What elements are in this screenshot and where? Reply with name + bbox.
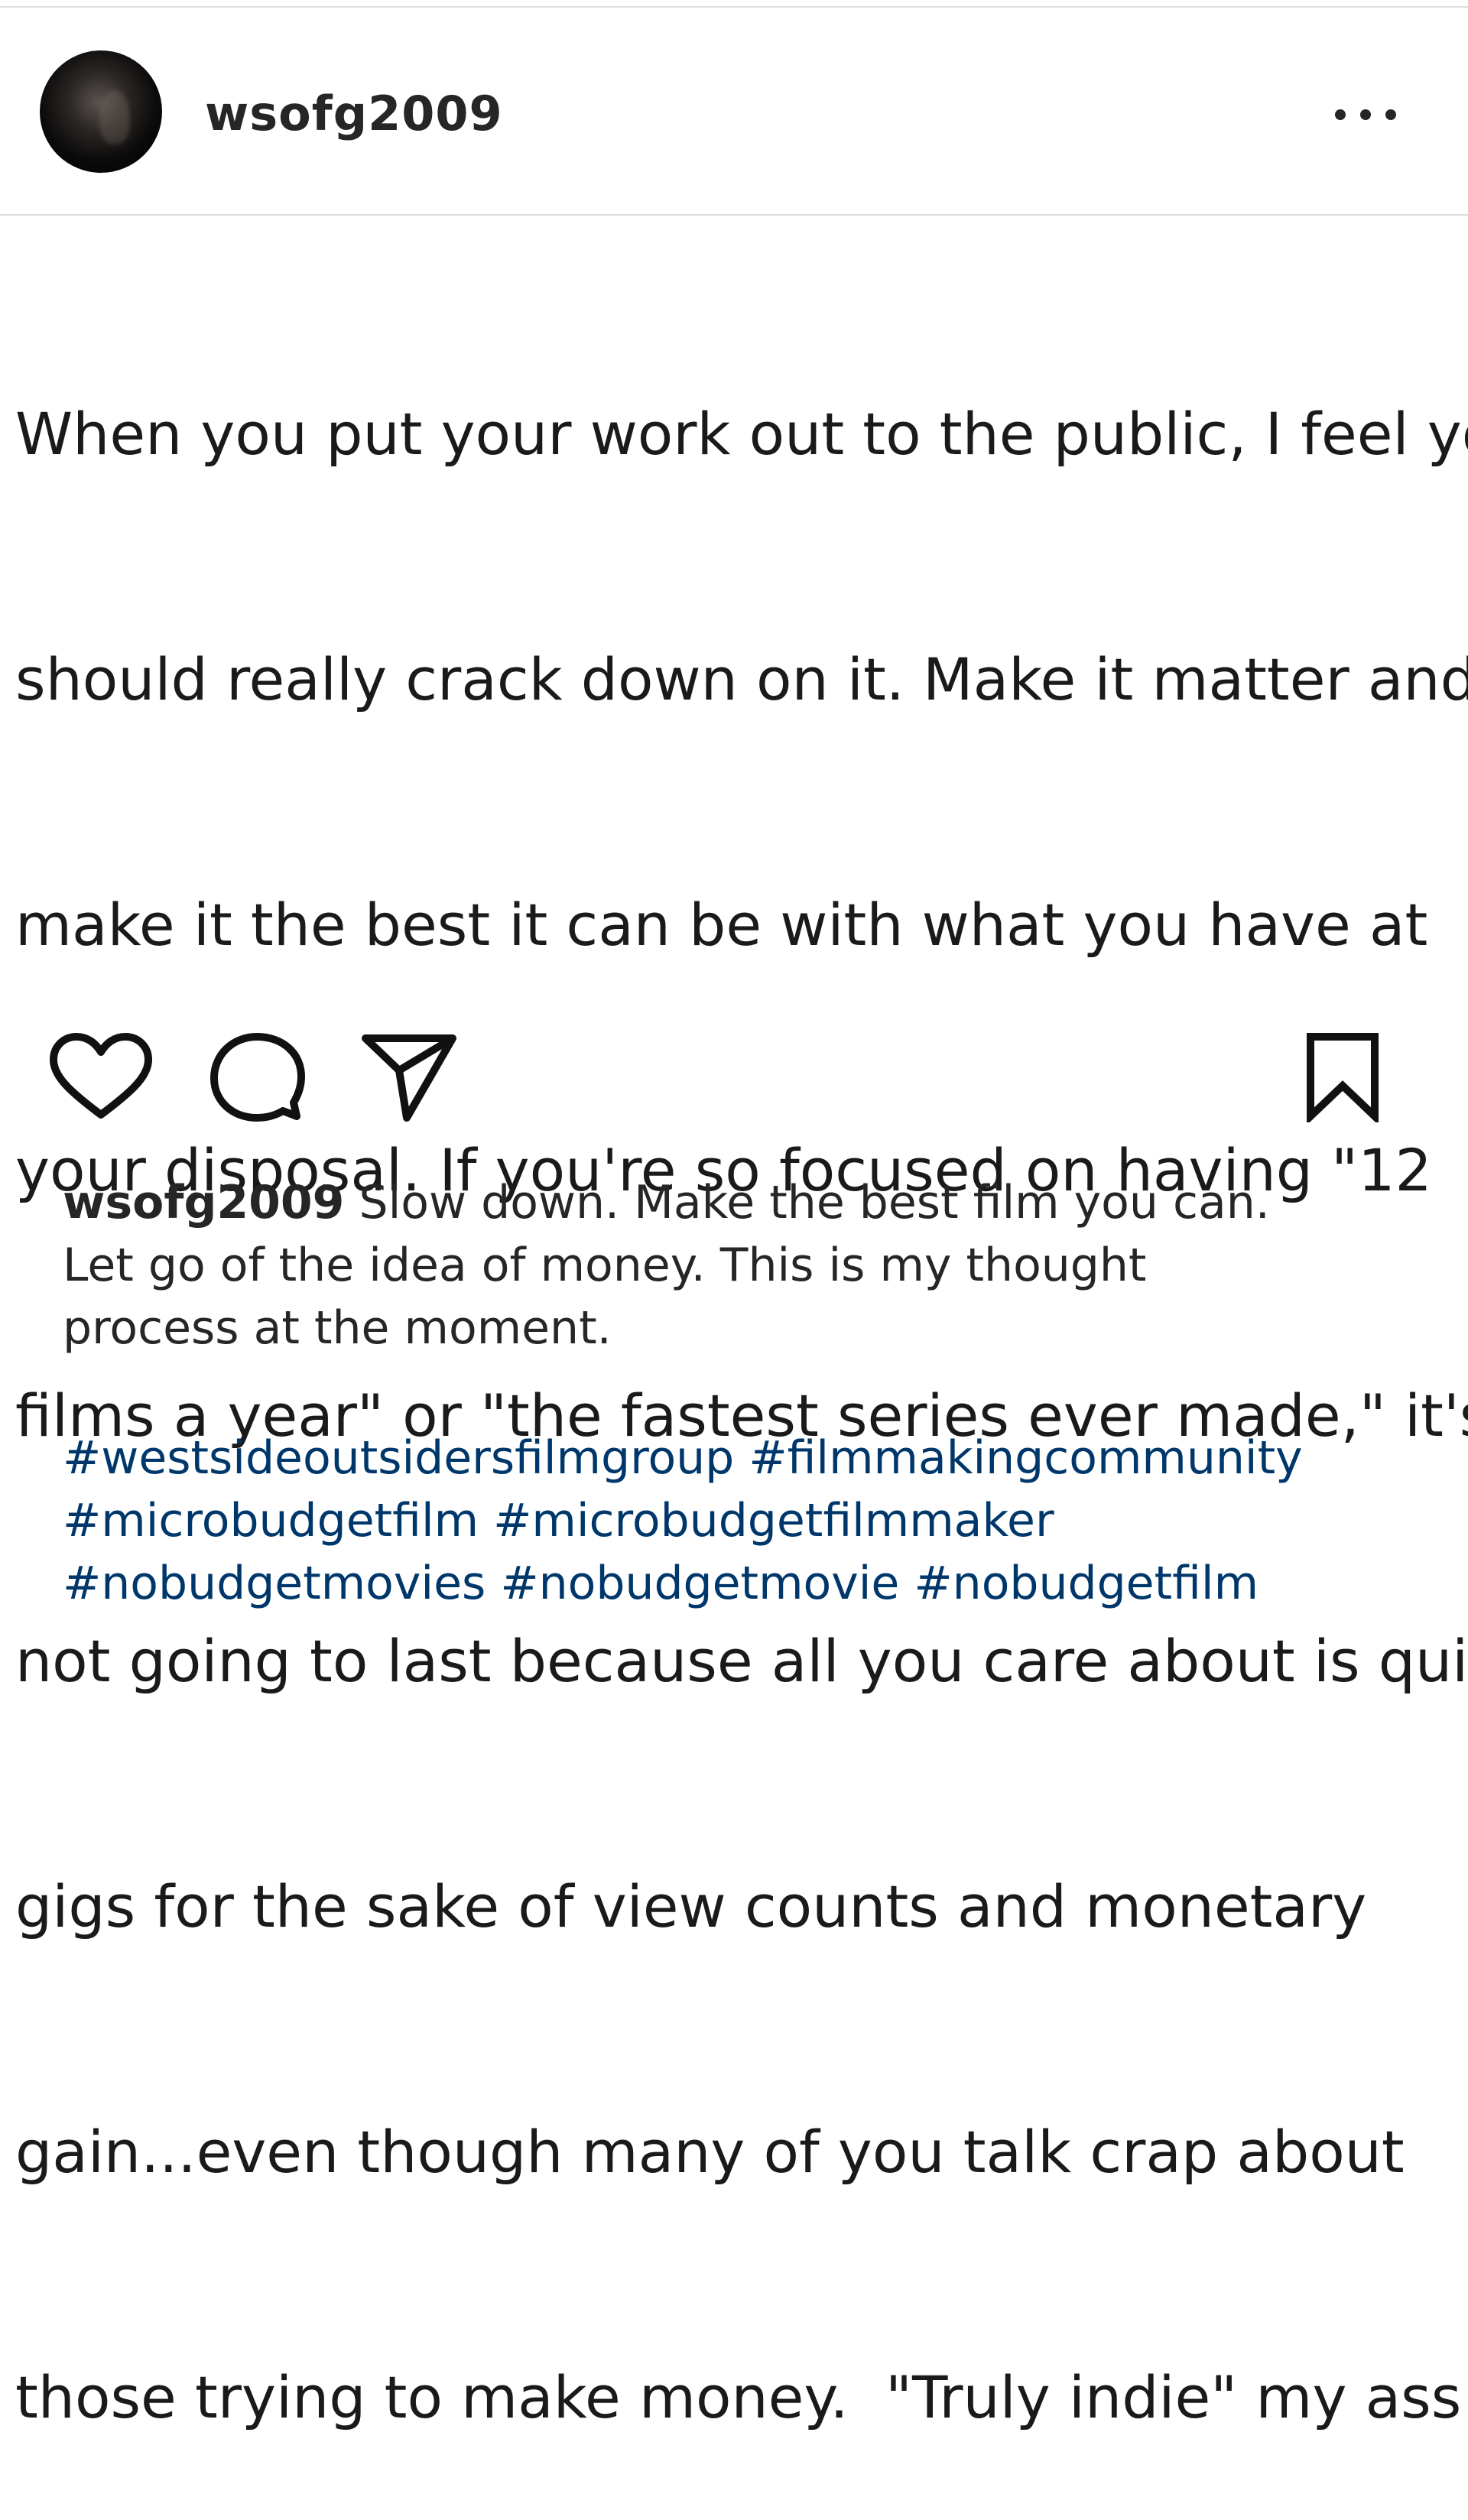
comment-icon[interactable] (208, 1032, 307, 1124)
hashtag-link[interactable]: #nobudgetfilm (914, 1557, 1259, 1610)
caption-text: Slow down. Make the best film you can. (344, 1176, 1270, 1229)
caption-line: Let go of the idea of money. This is my … (63, 1239, 1147, 1292)
heart-icon[interactable] (47, 1032, 154, 1124)
bookmark-icon[interactable] (1304, 1031, 1381, 1122)
hashtag-line: #microbudgetfilm #microbudgetfilmmaker (63, 1489, 1454, 1552)
more-horizontal-icon[interactable] (1335, 106, 1396, 124)
hashtag-link[interactable]: #filmmakingcommunity (749, 1431, 1302, 1485)
post-text-line: When you put your work out to the public… (15, 400, 1468, 468)
post-text-line: those trying to make money. "Truly indie… (15, 2363, 1468, 2431)
avatar-silhouette (99, 90, 130, 144)
post-text-image: When you put your work out to the public… (15, 229, 1468, 2520)
avatar[interactable] (40, 50, 162, 173)
hashtag-list: #westsideoutsidersfilmgroup #filmmakingc… (63, 1427, 1454, 1615)
hashtag-link[interactable]: #nobudgetmovie (500, 1557, 899, 1610)
paper-plane-icon[interactable] (359, 1031, 459, 1122)
more-dot (1335, 109, 1346, 120)
hashtag-line: #westsideoutsidersfilmgroup #filmmakingc… (63, 1427, 1454, 1489)
post-caption: wsofg2009 Slow down. Make the best film … (63, 1171, 1439, 1359)
hashtag-link[interactable]: #microbudgetfilmmaker (493, 1494, 1054, 1547)
more-dot (1360, 109, 1371, 120)
post-text-line: gigs for the sake of view counts and mon… (15, 1872, 1367, 1940)
caption-username[interactable]: wsofg2009 (63, 1176, 344, 1229)
more-dot (1385, 109, 1396, 120)
caption-line: process at the moment. (63, 1301, 612, 1355)
post-header: wsofg2009 (0, 8, 1468, 216)
hashtag-link[interactable]: #nobudgetmovies (63, 1557, 486, 1610)
header-divider (0, 214, 1468, 216)
hashtag-link[interactable]: #westsideoutsidersfilmgroup (63, 1431, 734, 1485)
hashtag-link[interactable]: #microbudgetfilm (63, 1494, 479, 1547)
post-username[interactable]: wsofg2009 (205, 90, 503, 138)
post-text-line: should really crack down on it. Make it … (15, 645, 1468, 713)
post-text-line: make it the best it can be with what you… (15, 891, 1428, 959)
caption-line: wsofg2009 Slow down. Make the best film … (63, 1171, 1439, 1234)
action-bar (0, 1025, 1468, 1124)
post-text-line: gain...even though many of you talk crap… (15, 2118, 1405, 2186)
hashtag-line: #nobudgetmovies #nobudgetmovie #nobudget… (63, 1552, 1454, 1615)
